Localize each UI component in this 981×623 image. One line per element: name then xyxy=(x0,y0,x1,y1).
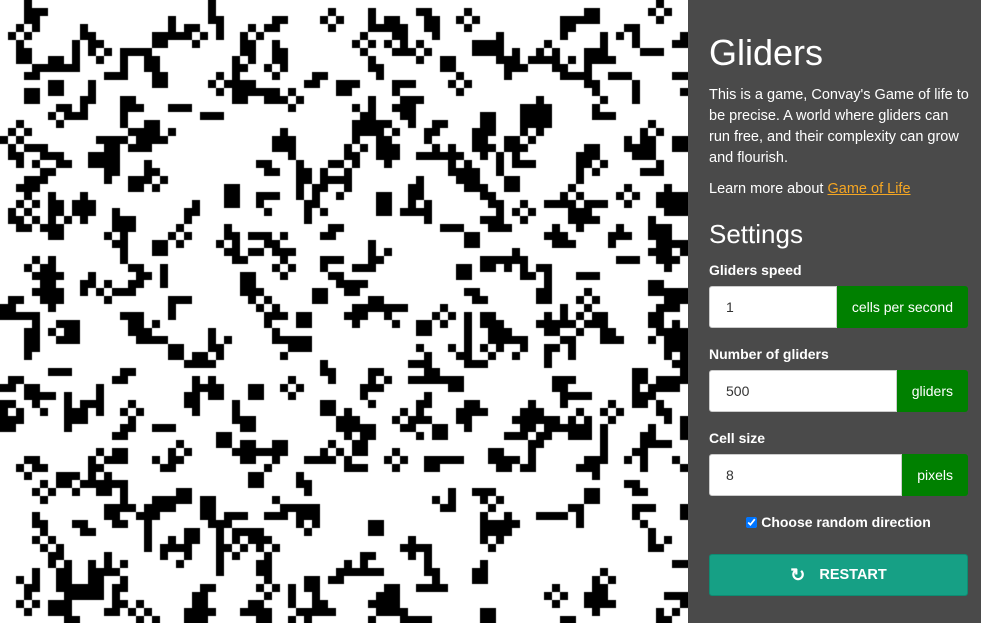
game-of-life-link[interactable]: Game of Life xyxy=(828,181,911,197)
random-direction-row: Choose random direction xyxy=(709,513,968,531)
cell-size-unit: pixels xyxy=(902,454,968,496)
learn-more-text: Learn more about Game of Life xyxy=(709,179,911,199)
count-unit: gliders xyxy=(896,370,968,412)
gliders-count-input[interactable] xyxy=(709,370,897,412)
speed-input[interactable] xyxy=(709,286,837,328)
description-text: This is a game, Convay's Game of life to… xyxy=(709,87,969,166)
count-label: Number of gliders xyxy=(709,346,829,362)
learn-more-prefix: Learn more about xyxy=(709,181,828,197)
restart-button[interactable]: ↻ RESTART xyxy=(709,554,968,596)
settings-heading: Settings xyxy=(709,219,803,249)
game-world-canvas[interactable] xyxy=(0,0,688,623)
random-direction-checkbox[interactable] xyxy=(746,517,758,528)
page-title: Gliders xyxy=(709,32,824,73)
settings-panel: Gliders This is a game, Convay's Game of… xyxy=(688,0,981,623)
count-input-group: gliders xyxy=(709,370,968,412)
speed-label: Gliders speed xyxy=(709,262,802,278)
random-direction-label[interactable]: Choose random direction xyxy=(761,514,931,530)
restart-label: RESTART xyxy=(819,567,887,583)
cell-size-input-group: pixels xyxy=(709,454,968,496)
speed-unit: cells per second xyxy=(836,286,968,328)
cell-size-input[interactable] xyxy=(709,454,903,496)
speed-input-group: cells per second xyxy=(709,286,968,328)
cell-size-label: Cell size xyxy=(709,430,766,446)
refresh-icon: ↻ xyxy=(790,565,806,585)
